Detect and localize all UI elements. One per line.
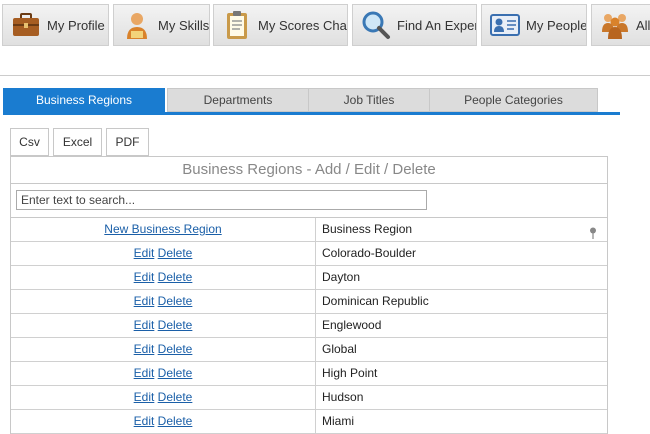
nav-label: My Skills	[158, 17, 210, 33]
table-row: Edit Delete Dayton	[11, 266, 607, 290]
column-header[interactable]: Business Region	[316, 218, 607, 241]
table-row: Edit Delete Miami	[11, 410, 607, 434]
tab-people-categories[interactable]: People Categories	[429, 88, 598, 112]
divider	[0, 75, 650, 76]
delete-link[interactable]: Delete	[158, 342, 193, 356]
region-cell: Miami	[322, 414, 354, 428]
nav-label: My People	[526, 17, 587, 33]
people-group-icon	[600, 10, 630, 40]
export-excel-button[interactable]: Excel	[53, 128, 102, 156]
edit-link[interactable]: Edit	[134, 270, 155, 284]
region-cell: High Point	[322, 366, 378, 380]
edit-link[interactable]: Edit	[134, 294, 155, 308]
export-pdf-button[interactable]: PDF	[106, 128, 149, 156]
nav-label: My Profile	[47, 17, 105, 33]
nav-label: Find An Expert	[397, 17, 477, 33]
business-regions-grid: Business Regions - Add / Edit / Delete N…	[10, 156, 608, 434]
new-business-region-link[interactable]: New Business Region	[104, 222, 221, 236]
nav-find-an-expert[interactable]: Find An Expert	[352, 4, 477, 46]
user-skills-icon	[122, 10, 152, 40]
actions-cell: Edit Delete	[11, 362, 316, 385]
delete-link[interactable]: Delete	[158, 270, 193, 284]
tab-business-regions[interactable]: Business Regions	[3, 88, 165, 112]
delete-link[interactable]: Delete	[158, 318, 193, 332]
delete-link[interactable]: Delete	[158, 294, 193, 308]
magnifier-icon	[361, 10, 391, 40]
search-input[interactable]	[16, 190, 427, 210]
delete-link[interactable]: Delete	[158, 246, 193, 260]
table-row: Edit Delete High Point	[11, 362, 607, 386]
column-header-label: Business Region	[322, 222, 413, 236]
nav-my-skills[interactable]: My Skills	[113, 4, 210, 46]
actions-cell: Edit Delete	[11, 290, 316, 313]
edit-link[interactable]: Edit	[134, 318, 155, 332]
contact-card-icon	[490, 10, 520, 40]
actions-cell: Edit Delete	[11, 410, 316, 433]
briefcase-icon	[11, 10, 41, 40]
region-cell: Englewood	[322, 318, 382, 332]
region-cell: Hudson	[322, 390, 364, 404]
table-row: Edit Delete Hudson	[11, 386, 607, 410]
region-cell: Dayton	[322, 270, 361, 284]
nav-all[interactable]: All	[591, 4, 650, 46]
nav-my-people[interactable]: My People	[481, 4, 587, 46]
new-cell: New Business Region	[11, 218, 316, 241]
delete-link[interactable]: Delete	[158, 390, 193, 404]
edit-link[interactable]: Edit	[134, 342, 155, 356]
tab-underline	[3, 112, 620, 115]
table-row: Edit Delete Dominican Republic	[11, 290, 607, 314]
table-header-row: New Business Region Business Region	[11, 218, 607, 242]
delete-link[interactable]: Delete	[158, 366, 193, 380]
nav-label: All	[636, 17, 650, 33]
nav-my-profile[interactable]: My Profile	[2, 4, 109, 46]
edit-link[interactable]: Edit	[134, 366, 155, 380]
table-row: Edit Delete Englewood	[11, 314, 607, 338]
export-csv-button[interactable]: Csv	[10, 128, 49, 156]
tab-departments[interactable]: Departments	[167, 88, 309, 112]
edit-link[interactable]: Edit	[134, 390, 155, 404]
table-row: Edit Delete Global	[11, 338, 607, 362]
table-row: Edit Delete Colorado-Boulder	[11, 242, 607, 266]
clipboard-icon	[222, 10, 252, 40]
edit-link[interactable]: Edit	[134, 414, 155, 428]
region-cell: Dominican Republic	[322, 294, 429, 308]
actions-cell: Edit Delete	[11, 338, 316, 361]
region-cell: Colorado-Boulder	[322, 246, 417, 260]
nav-label: My Scores Chart	[258, 17, 348, 33]
actions-cell: Edit Delete	[11, 242, 316, 265]
tab-job-titles[interactable]: Job Titles	[308, 88, 430, 112]
actions-cell: Edit Delete	[11, 386, 316, 409]
top-navigation: My Profile My Skills My Scores Chart Fin…	[0, 0, 650, 50]
nav-my-scores-chart[interactable]: My Scores Chart	[213, 4, 348, 46]
tab-bar: Business Regions Departments Job Titles …	[3, 88, 620, 112]
edit-link[interactable]: Edit	[134, 246, 155, 260]
actions-cell: Edit Delete	[11, 266, 316, 289]
search-row	[11, 184, 607, 218]
delete-link[interactable]: Delete	[158, 414, 193, 428]
actions-cell: Edit Delete	[11, 314, 316, 337]
grid-title: Business Regions - Add / Edit / Delete	[11, 157, 607, 184]
region-cell: Global	[322, 342, 357, 356]
filter-pin-icon[interactable]	[589, 224, 597, 239]
